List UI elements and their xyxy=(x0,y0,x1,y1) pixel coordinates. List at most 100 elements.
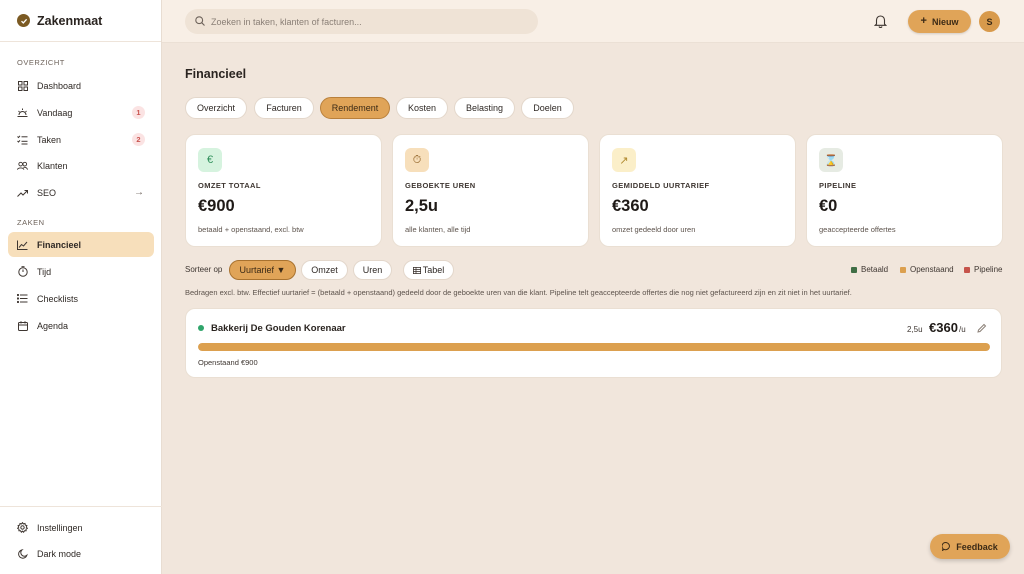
sunrise-icon xyxy=(17,107,28,118)
sidebar-item-dashboard[interactable]: Dashboard xyxy=(8,73,154,98)
sort-label: Sorteer op xyxy=(185,265,223,274)
chat-bubble-icon xyxy=(942,542,951,551)
bell-icon[interactable] xyxy=(873,14,888,29)
status-dot xyxy=(198,325,204,331)
stopwatch-icon: ⏱ xyxy=(405,148,429,172)
card-label: OMZET TOTAAL xyxy=(198,181,261,190)
card-subtext: alle klanten, alle tijd xyxy=(405,225,471,234)
sidebar-item-agenda[interactable]: Agenda xyxy=(8,313,154,338)
sidebar-item-tijd[interactable]: Tijd xyxy=(8,259,154,284)
legend-swatch xyxy=(900,266,906,273)
tab-doelen[interactable]: Doelen xyxy=(521,97,574,119)
sidebar-item-taken[interactable]: Taken 2 xyxy=(8,127,154,152)
table-icon xyxy=(412,266,421,274)
client-rate-unit: /u xyxy=(959,325,966,334)
count-badge: 2 xyxy=(132,133,145,146)
sidebar-item-label: Agenda xyxy=(37,320,69,331)
sidebar-item-instellingen[interactable]: Instellingen xyxy=(8,515,154,540)
stopwatch-icon xyxy=(17,266,28,277)
app-name: Zakenmaat xyxy=(37,13,103,28)
sidebar-item-label: Dashboard xyxy=(37,80,82,91)
tab-belasting[interactable]: Belasting xyxy=(454,97,515,119)
topbar: + Nieuw S xyxy=(162,0,1024,43)
card-label: GEMIDDELD UURTARIEF xyxy=(612,181,710,190)
sidebar-item-label: Klanten xyxy=(37,160,68,171)
checklist-icon xyxy=(17,134,28,145)
card-subtext: betaald + openstaand, excl. btw xyxy=(198,225,304,234)
logo-check-icon xyxy=(17,14,30,27)
tab-overzicht[interactable]: Overzicht xyxy=(185,97,247,119)
tab-rendement[interactable]: Rendement xyxy=(320,97,390,119)
card-subtext: geaccepteerde offertes xyxy=(819,225,896,234)
overview-heading: OVERZICHT xyxy=(17,58,65,67)
hourglass-icon: ⌛ xyxy=(819,148,843,172)
card-subtext: omzet gedeeld door uren xyxy=(612,225,696,234)
legend-label: Openstaand xyxy=(910,265,954,274)
dark-mode-toggle[interactable]: Dark mode xyxy=(8,541,154,566)
sidebar-item-label: Dark mode xyxy=(37,548,82,559)
sidebar-item-label: Vandaag xyxy=(37,107,73,118)
plus-icon: + xyxy=(920,15,927,27)
new-button[interactable]: + Nieuw xyxy=(908,10,971,33)
legend-pipeline: Pipeline xyxy=(964,265,1002,274)
card-value: €360 xyxy=(612,197,649,215)
legend-swatch xyxy=(964,266,970,273)
stat-card-omzet: € OMZET TOTAAL €900 betaald + openstaand… xyxy=(185,134,382,247)
sidebar-item-label: Tijd xyxy=(37,266,52,277)
moon-icon xyxy=(17,548,28,559)
count-badge: 1 xyxy=(132,106,145,119)
legend-swatch xyxy=(851,266,857,273)
search-icon xyxy=(195,15,205,28)
feedback-button[interactable]: Feedback xyxy=(930,534,1010,559)
legend-label: Pipeline xyxy=(974,265,1003,274)
brand[interactable]: Zakenmaat xyxy=(0,0,161,42)
tab-kosten[interactable]: Kosten xyxy=(396,97,448,119)
explanation-note: Bedragen excl. btw. Effectief uurtarief … xyxy=(185,288,852,297)
sidebar: Zakenmaat OVERZICHT Dashboard Vandaag 1 … xyxy=(0,0,162,574)
stat-card-pipeline: ⌛ PIPELINE €0 geaccepteerde offertes xyxy=(806,134,1003,247)
trend-icon xyxy=(17,187,28,198)
sidebar-item-label: Checklists xyxy=(37,293,79,304)
sidebar-item-label: Taken xyxy=(37,134,62,145)
card-value: €0 xyxy=(819,197,838,215)
sort-option-omzet[interactable]: Omzet xyxy=(301,260,348,280)
client-name: Bakkerij De Gouden Korenaar xyxy=(211,323,346,334)
trend-up-icon: ↗ xyxy=(612,148,636,172)
sidebar-item-label: Instellingen xyxy=(37,522,83,533)
list-icon xyxy=(17,293,28,304)
arrow-right-icon: → xyxy=(134,187,144,198)
legend-openstaand: Openstaand xyxy=(900,265,954,274)
chart-line-icon xyxy=(17,239,28,250)
grid-icon xyxy=(17,80,28,91)
tab-facturen[interactable]: Facturen xyxy=(254,97,314,119)
table-view-button[interactable]: Tabel xyxy=(403,260,454,280)
sidebar-item-klanten[interactable]: Klanten xyxy=(8,153,154,178)
sidebar-item-checklists[interactable]: Checklists xyxy=(8,286,154,311)
stat-card-uurtarief: ↗ GEMIDDELD UURTARIEF €360 omzet gedeeld… xyxy=(599,134,796,247)
euro-icon: € xyxy=(198,148,222,172)
sidebar-item-financieel[interactable]: Financieel xyxy=(8,232,154,257)
pencil-icon[interactable] xyxy=(977,323,987,333)
card-label: PIPELINE xyxy=(819,181,857,190)
client-row[interactable]: Bakkerij De Gouden Korenaar 2,5u €360 /u… xyxy=(185,308,1002,378)
gear-icon xyxy=(17,522,28,533)
page-title: Financieel xyxy=(185,67,247,81)
search-input[interactable] xyxy=(211,16,511,27)
sort-option-uurtarief[interactable]: Uurtarief ▼ xyxy=(229,260,296,280)
search-bar[interactable] xyxy=(185,9,538,34)
outstanding-label: Openstaand €900 xyxy=(198,358,258,367)
business-heading: ZAKEN xyxy=(17,218,45,227)
calendar-icon xyxy=(17,320,28,331)
table-view-label: Tabel xyxy=(422,265,445,275)
card-value: 2,5u xyxy=(405,197,439,215)
card-label: GEBOEKTE UREN xyxy=(405,181,476,190)
sidebar-item-vandaag[interactable]: Vandaag 1 xyxy=(8,100,154,125)
feedback-label: Feedback xyxy=(956,541,998,552)
card-value: €900 xyxy=(198,197,235,215)
new-button-label: Nieuw xyxy=(931,16,959,27)
avatar[interactable]: S xyxy=(979,11,1000,32)
sort-option-uren[interactable]: Uren xyxy=(353,260,392,280)
client-rate: €360 xyxy=(929,320,958,335)
stat-card-uren: ⏱ GEBOEKTE UREN 2,5u alle klanten, alle … xyxy=(392,134,589,247)
sidebar-item-seo[interactable]: SEO → xyxy=(8,180,154,205)
